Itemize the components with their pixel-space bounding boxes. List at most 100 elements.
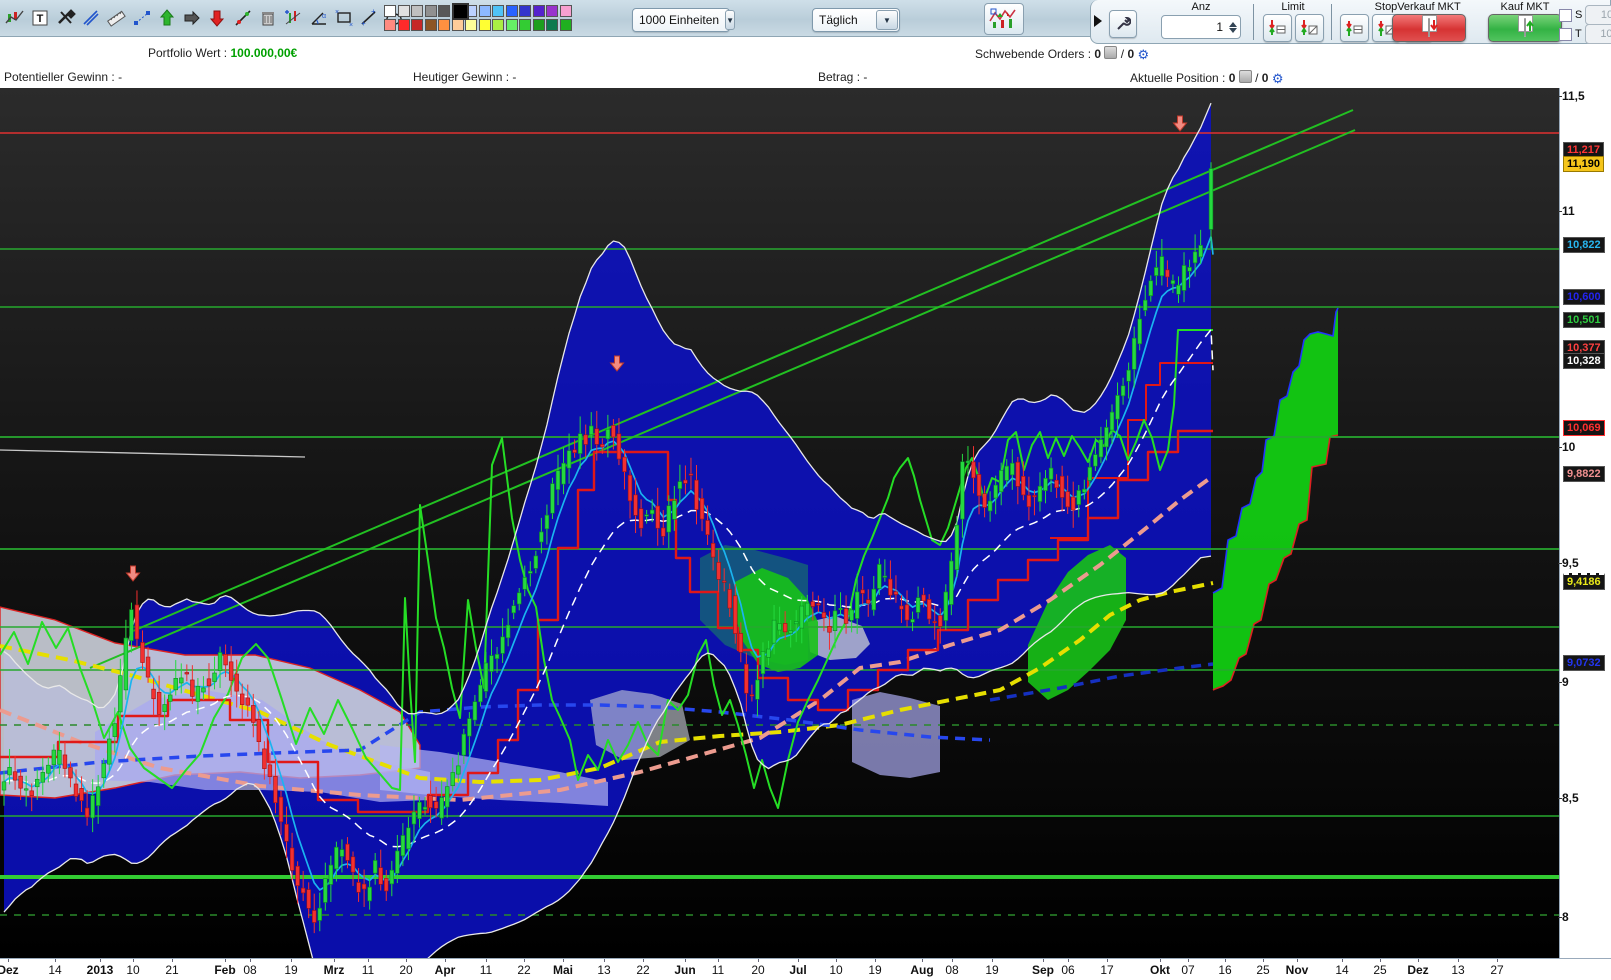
candle-body	[1121, 386, 1125, 396]
candle-body	[667, 506, 671, 532]
color-swatch[interactable]	[546, 5, 558, 17]
position-settings-icon[interactable]: ⚙	[1272, 71, 1284, 86]
x-axis-tickmark	[992, 959, 993, 962]
color-swatch[interactable]	[411, 5, 423, 17]
ruler-tool-button[interactable]	[104, 4, 128, 31]
color-swatch[interactable]	[506, 5, 518, 17]
panel-collapse-icon[interactable]	[1094, 15, 1102, 27]
color-swatch[interactable]	[519, 5, 531, 17]
color-swatch[interactable]	[425, 5, 437, 17]
channel-tool-button[interactable]: ++	[357, 4, 381, 31]
candle-body	[1209, 169, 1213, 230]
color-swatch[interactable]	[452, 3, 469, 20]
color-swatch[interactable]	[452, 19, 464, 31]
color-swatch[interactable]	[519, 19, 531, 31]
color-swatch[interactable]	[560, 5, 572, 17]
color-swatch[interactable]	[533, 19, 545, 31]
color-swatch[interactable]	[384, 5, 396, 17]
x-axis-tickmark	[445, 959, 446, 962]
color-swatch[interactable]	[384, 19, 396, 31]
buy-doc-icon	[1524, 18, 1526, 37]
candle-body	[484, 663, 488, 691]
panel-settings-button[interactable]	[1109, 10, 1137, 38]
candle-body	[750, 695, 754, 696]
stop-value-stepper[interactable]: 10.0	[1585, 5, 1611, 25]
color-swatch[interactable]	[425, 19, 437, 31]
orders-settings-icon[interactable]: ⚙	[1138, 47, 1150, 62]
sell-market-button[interactable]	[1392, 14, 1466, 42]
limit-sell-order-button[interactable]	[1263, 14, 1292, 42]
arrow-up-marker-button[interactable]	[155, 4, 179, 31]
arrow-down-marker-button[interactable]	[205, 4, 229, 31]
trendline-tool-button[interactable]	[231, 4, 255, 31]
candle-body	[41, 772, 45, 782]
color-swatch[interactable]	[438, 19, 450, 31]
arrow-right-marker-button[interactable]	[180, 4, 204, 31]
candle-body	[80, 788, 84, 800]
timeframe-dropdown[interactable]: Täglich ▼	[812, 8, 900, 32]
color-swatch[interactable]	[479, 19, 491, 31]
candle-body	[839, 608, 843, 609]
text-tool-button[interactable]: T	[28, 4, 52, 31]
color-swatch[interactable]	[398, 5, 410, 17]
time-axis[interactable]: Dez1420131021Feb0819Mrz1120Apr1122Mai132…	[0, 958, 1611, 980]
stop-checkbox[interactable]	[1559, 9, 1572, 22]
delete-tool-button[interactable]	[256, 4, 280, 31]
color-swatch[interactable]	[465, 19, 477, 31]
qty-decrease-icon[interactable]	[1229, 28, 1237, 33]
candle-body	[822, 612, 826, 617]
candle-body	[1038, 486, 1042, 501]
color-swatch[interactable]	[560, 19, 572, 31]
chart-style-button[interactable]	[984, 3, 1024, 35]
chart-style-icon	[989, 7, 1019, 31]
segment-tool-button[interactable]	[130, 4, 154, 31]
color-swatch[interactable]	[506, 19, 518, 31]
chevron-down-icon[interactable]: ▼	[876, 10, 898, 30]
candle-body	[1177, 285, 1181, 294]
target-checkbox[interactable]	[1559, 28, 1572, 41]
color-swatch[interactable]	[479, 5, 491, 17]
buy-market-button[interactable]	[1488, 14, 1562, 42]
color-swatch[interactable]	[533, 5, 545, 17]
color-swatch[interactable]	[546, 19, 558, 31]
limit-buy-order-button[interactable]	[1295, 14, 1324, 42]
rectangle-tool-button[interactable]: ××	[332, 4, 356, 31]
limit-label: Limit	[1257, 1, 1329, 13]
price-chart[interactable]	[0, 88, 1559, 958]
target-value-stepper[interactable]: 10.0	[1585, 24, 1611, 44]
color-swatch[interactable]	[398, 19, 410, 31]
color-swatch[interactable]	[411, 19, 423, 31]
candle-body	[506, 625, 510, 638]
price-axis[interactable]: 11,511109,598,5811,21711,19010,82210,600…	[1559, 88, 1611, 958]
color-swatch[interactable]	[492, 5, 504, 17]
stop-sell-order-button[interactable]	[1340, 14, 1369, 42]
portfolio-value: Portfolio Wert : 100.000,00€	[148, 46, 297, 60]
cross-lines-tool-button[interactable]	[79, 4, 103, 31]
segment-tool-icon	[132, 8, 152, 28]
color-swatch[interactable]	[492, 19, 504, 31]
candle-body	[999, 470, 1003, 491]
qty-increase-icon[interactable]	[1229, 22, 1237, 27]
position-list-icon[interactable]	[1239, 70, 1252, 83]
candle-body	[257, 720, 261, 742]
angle-tool-button[interactable]: α	[307, 4, 331, 31]
candle-body	[96, 787, 100, 806]
candle-body	[329, 865, 333, 884]
chart-tool-button[interactable]	[3, 4, 27, 31]
x-axis-tickmark	[334, 959, 335, 962]
chevron-down-icon[interactable]: ▼	[725, 10, 735, 30]
indicator-tool-button[interactable]	[281, 4, 305, 31]
units-dropdown[interactable]: 1000 Einheiten ▼	[632, 8, 730, 32]
y-axis-tick: 9	[1562, 675, 1569, 689]
quantity-stepper[interactable]: 1	[1161, 15, 1241, 39]
settings-tool-button[interactable]	[54, 4, 78, 31]
y-axis-tick: 10	[1562, 440, 1575, 454]
x-axis-tick: Sep	[1032, 963, 1054, 977]
chart-canvas[interactable]	[0, 88, 1559, 958]
quantity-value: 1	[1162, 20, 1226, 34]
orders-list-icon[interactable]	[1104, 46, 1117, 59]
order-entry-panel: Anz 1 Limit	[1090, 0, 1611, 44]
candle-body	[1138, 319, 1142, 344]
color-swatch[interactable]	[438, 5, 450, 17]
cross-lines-tool-icon	[81, 8, 101, 28]
